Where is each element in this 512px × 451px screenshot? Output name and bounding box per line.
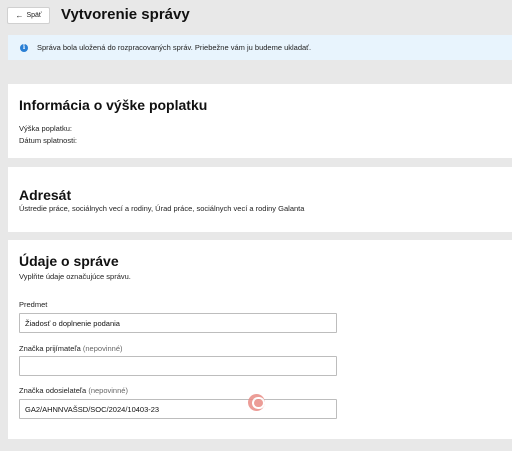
subject-label-text: Predmet	[19, 300, 48, 309]
info-banner: i Správa bola uložená do rozpracovaných …	[8, 35, 512, 60]
fee-section-title: Informácia o výške poplatku	[19, 97, 208, 113]
info-banner-text: Správa bola uložená do rozpracovaných sp…	[37, 43, 312, 52]
recipient-ref-label-text: Značka prijímateľa	[19, 344, 81, 353]
fee-section: Informácia o výške poplatku Výška poplat…	[8, 84, 512, 158]
fee-due-date-label: Dátum splatnosti:	[19, 136, 77, 145]
recipient-section: Adresát Ústredie práce, sociálnych vecí …	[8, 167, 512, 232]
sender-ref-input[interactable]: GA2/AHNNVAŠSD/SOC/2024/10403-23	[19, 399, 337, 419]
subject-input[interactable]: Žiadosť o doplnenie podania	[19, 313, 337, 333]
top-bar: ← Späť Vytvorenie správy	[0, 0, 512, 30]
back-button[interactable]: ← Späť	[7, 7, 50, 24]
message-section-title: Údaje o správe	[19, 253, 119, 269]
page-title: Vytvorenie správy	[61, 6, 190, 23]
message-section-subtitle: Vyplňte údaje označujúce správu.	[19, 272, 131, 281]
fee-amount-label: Výška poplatku:	[19, 124, 72, 133]
info-icon: i	[20, 43, 28, 52]
recipient-section-title: Adresát	[19, 187, 72, 203]
sender-ref-label-text: Značka odosielateľa	[19, 386, 87, 395]
recipient-ref-label: Značka prijímateľa (nepovinné)	[19, 344, 123, 353]
arrow-left-icon: ←	[15, 10, 24, 20]
sender-ref-label: Značka odosielateľa (nepovinné)	[19, 386, 128, 395]
sender-ref-optional: (nepovinné)	[88, 386, 128, 395]
recipient-ref-optional: (nepovinné)	[82, 344, 123, 353]
recipient-value: Ústredie práce, sociálnych vecí a rodiny…	[19, 204, 305, 213]
watermark-logo-icon	[248, 394, 265, 411]
back-button-label: Späť	[26, 12, 42, 19]
subject-label: Predmet	[19, 300, 47, 309]
recipient-ref-input[interactable]	[19, 356, 337, 376]
